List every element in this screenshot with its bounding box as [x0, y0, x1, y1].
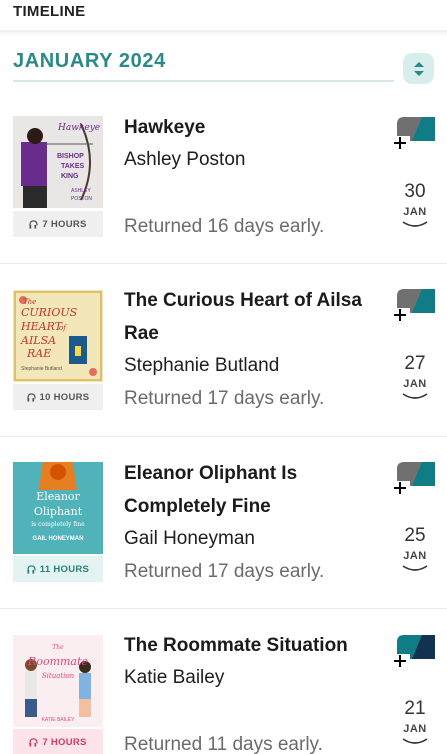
- chevron-down-icon[interactable]: [402, 565, 428, 573]
- cover-text: POSTON: [71, 196, 92, 202]
- cover-text: The: [23, 298, 36, 306]
- audiobook-icon: [29, 737, 39, 747]
- date-day: 27: [404, 353, 426, 374]
- add-to-shelf-button[interactable]: [392, 116, 436, 150]
- cover-text: Hawkeye: [57, 123, 100, 133]
- chevron-down-icon[interactable]: [402, 393, 428, 401]
- duration-label: 7 HOURS: [42, 218, 87, 230]
- cover-text: TAKES: [61, 163, 85, 170]
- cover-text: Stephanie Butland: [21, 366, 62, 372]
- chevron-down-icon[interactable]: [402, 738, 428, 746]
- add-to-shelf-icon: [392, 635, 435, 668]
- date-month: JAN: [403, 723, 427, 735]
- duration-label: 10 HOURS: [39, 391, 90, 403]
- book-author[interactable]: Ashley Poston: [124, 149, 245, 171]
- book-cover-roommate-situation[interactable]: The Roommate Situation KATIE BAILEY: [13, 635, 103, 727]
- book-cover-eleanor-oliphant[interactable]: Eleanor Oliphant is completely fine GAIL…: [13, 462, 103, 554]
- date-day: 21: [404, 698, 426, 719]
- return-date[interactable]: 27 JAN: [395, 353, 435, 401]
- cover-text: Roommate: [27, 655, 88, 668]
- return-status: Returned 11 days early.: [124, 734, 323, 754]
- add-to-shelf-button[interactable]: [392, 288, 436, 322]
- add-to-shelf-button[interactable]: [392, 634, 436, 668]
- date-month: JAN: [403, 378, 427, 390]
- return-date[interactable]: 30 JAN: [395, 181, 435, 229]
- page-title: TIMELINE: [13, 3, 86, 20]
- add-to-shelf-icon: [392, 117, 435, 150]
- book-cover-hawkeye[interactable]: Hawkeye BISHOP TAKES KING ASHLEY POSTON: [13, 116, 103, 208]
- date-day: 25: [404, 525, 426, 546]
- month-section-header: JANUARY 2024: [0, 36, 447, 92]
- return-status: Returned 17 days early.: [124, 388, 325, 409]
- cover-text: AILSA: [20, 334, 56, 347]
- cover-text: RAE: [26, 347, 51, 360]
- return-status: Returned 17 days early.: [124, 561, 325, 582]
- audiobook-icon: [27, 564, 36, 574]
- cover-text: GAIL HONEYMAN: [33, 536, 84, 542]
- book-cover-curious-heart[interactable]: The CURIOUS HEART of AILSA RAE Stephanie…: [13, 290, 103, 382]
- add-to-shelf-button[interactable]: [392, 461, 436, 495]
- return-status: Returned 16 days early.: [124, 216, 325, 237]
- book-title[interactable]: The Curious Heart of Ailsa Rae: [124, 284, 364, 350]
- date-month: JAN: [403, 550, 427, 562]
- timeline-item-hawkeye[interactable]: Hawkeye BISHOP TAKES KING ASHLEY POSTON …: [0, 92, 447, 264]
- month-divider: [13, 80, 394, 82]
- duration-tag: 7 HOURS: [13, 729, 103, 754]
- return-date[interactable]: 25 JAN: [395, 525, 435, 573]
- duration-tag: 11 HOURS: [13, 556, 103, 582]
- cover-text: is completely fine: [31, 521, 85, 528]
- cover-text: Situation: [42, 672, 75, 680]
- cover-text: ASHLEY: [71, 188, 91, 194]
- book-author[interactable]: Stephanie Butland: [124, 355, 279, 377]
- timeline-item-eleanor-oliphant[interactable]: Eleanor Oliphant is completely fine GAIL…: [0, 437, 447, 609]
- book-author[interactable]: Gail Honeyman: [124, 528, 255, 550]
- cover-text: CURIOUS: [21, 306, 78, 319]
- add-to-shelf-icon: [392, 289, 435, 322]
- duration-label: 11 HOURS: [39, 563, 90, 575]
- return-date[interactable]: 21 JAN: [395, 698, 435, 746]
- duration-tag: 7 HOURS: [13, 211, 103, 237]
- audiobook-icon: [26, 392, 36, 402]
- cover-text: Eleanor: [36, 490, 80, 503]
- top-bar: TIMELINE: [0, 0, 447, 30]
- cover-text: KING: [61, 173, 79, 180]
- timeline-item-roommate-situation[interactable]: The Roommate Situation KATIE BAILEY 7 HO…: [0, 609, 447, 754]
- duration-label: 7 HOURS: [42, 736, 87, 748]
- add-to-shelf-icon: [392, 462, 435, 495]
- chevron-down-icon[interactable]: [402, 221, 428, 229]
- book-title[interactable]: Hawkeye: [124, 111, 364, 144]
- sort-arrows-icon: [413, 61, 424, 76]
- duration-tag: 10 HOURS: [13, 384, 103, 410]
- book-author[interactable]: Katie Bailey: [124, 667, 224, 689]
- cover-text: Oliphant: [34, 505, 83, 518]
- book-title[interactable]: Eleanor Oliphant Is Completely Fine: [124, 457, 364, 523]
- date-day: 30: [404, 181, 426, 202]
- audiobook-icon: [29, 219, 39, 229]
- sort-toggle-button[interactable]: [403, 53, 434, 84]
- book-title[interactable]: The Roommate Situation: [124, 629, 364, 662]
- cover-text: The: [52, 644, 64, 651]
- date-month: JAN: [403, 206, 427, 218]
- cover-text: BISHOP: [57, 153, 84, 160]
- timeline-item-curious-heart[interactable]: The CURIOUS HEART of AILSA RAE Stephanie…: [0, 264, 447, 437]
- cover-text: HEART: [20, 320, 64, 333]
- month-label: JANUARY 2024: [13, 50, 166, 72]
- cover-text: KATIE BAILEY: [42, 717, 76, 723]
